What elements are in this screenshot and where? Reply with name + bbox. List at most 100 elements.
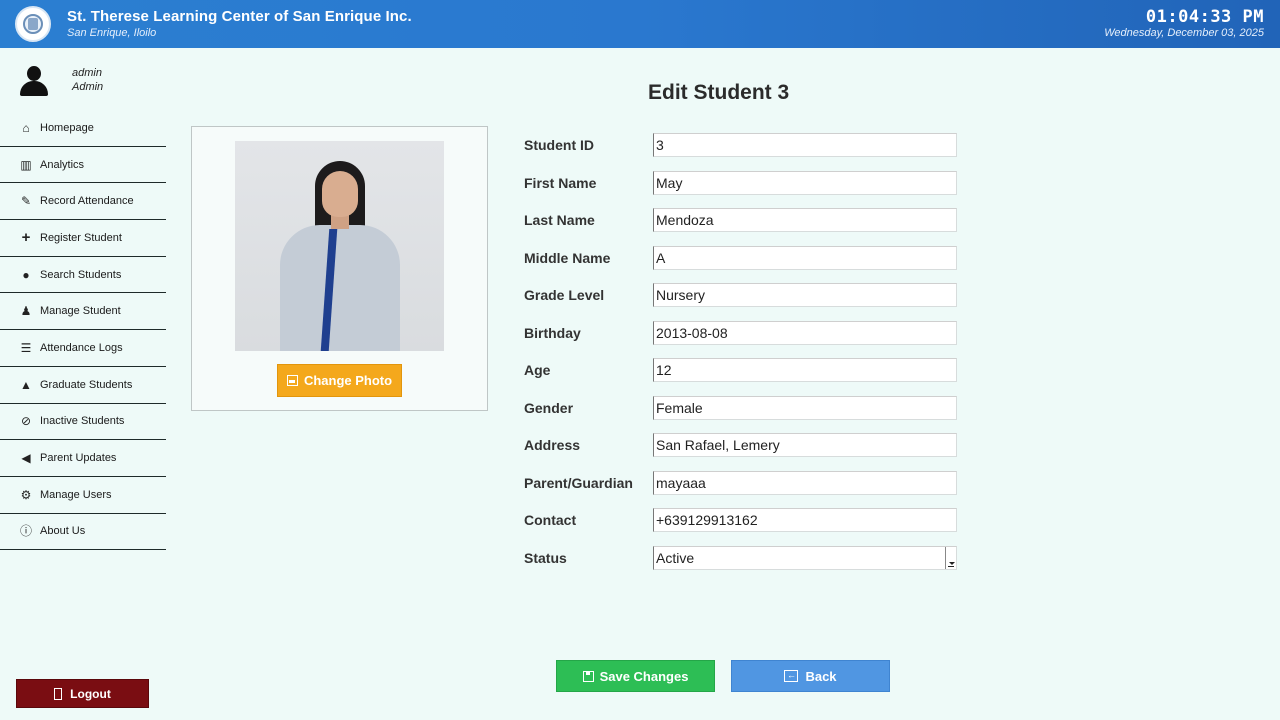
student-id-label: Student ID bbox=[524, 137, 594, 153]
contact-field[interactable]: +639129913162 bbox=[653, 508, 957, 532]
sidebar-item-label: Manage Users bbox=[40, 488, 112, 501]
form-row-gender: Gender Female bbox=[524, 396, 957, 420]
sidebar-item-manage-student[interactable]: ♟ Manage Student bbox=[0, 293, 166, 331]
form-row-grade-level: Grade Level Nursery bbox=[524, 283, 957, 307]
gender-field[interactable]: Female bbox=[653, 396, 957, 420]
change-photo-button[interactable]: Change Photo bbox=[277, 364, 402, 397]
school-logo bbox=[15, 6, 51, 42]
grade-level-field[interactable]: Nursery bbox=[653, 283, 957, 307]
sidebar-item-record-attendance[interactable]: ✎ Record Attendance bbox=[0, 183, 166, 221]
edit-icon: ✎ bbox=[20, 194, 32, 209]
sidebar-item-manage-users[interactable]: ⚙ Manage Users bbox=[0, 477, 166, 514]
birthday-field[interactable]: 2013-08-08 bbox=[653, 321, 957, 345]
sidebar-item-attendance-logs[interactable]: ☰ Attendance Logs bbox=[0, 330, 166, 367]
clock-time: 01:04:33 PM bbox=[1145, 7, 1264, 27]
page-title: Edit Student 3 bbox=[648, 81, 790, 104]
middle-name-field[interactable]: A bbox=[653, 246, 957, 270]
logout-label: Logout bbox=[70, 686, 111, 701]
sidebar-item-label: About Us bbox=[40, 525, 86, 538]
chevron-down-icon[interactable] bbox=[945, 547, 956, 569]
ban-icon: ⊘ bbox=[20, 414, 32, 429]
user-name: admin bbox=[72, 67, 102, 79]
form-row-last-name: Last Name Mendoza bbox=[524, 208, 957, 232]
door-icon bbox=[54, 687, 63, 700]
user-avatar-icon bbox=[20, 66, 48, 96]
image-icon bbox=[286, 375, 298, 386]
sidebar-item-label: Attendance Logs bbox=[40, 341, 123, 354]
parent-guardian-field[interactable]: mayaaa bbox=[653, 471, 957, 495]
sidebar-item-analytics[interactable]: ▥ Analytics bbox=[0, 147, 166, 184]
photo-panel: Change Photo bbox=[191, 126, 488, 411]
gender-label: Gender bbox=[524, 400, 574, 416]
last-name-field[interactable]: Mendoza bbox=[653, 208, 957, 232]
sidebar-item-label: Graduate Students bbox=[40, 378, 133, 391]
search-icon: ● bbox=[22, 267, 30, 282]
status-select[interactable]: Active bbox=[653, 546, 957, 570]
status-label: Status bbox=[524, 550, 567, 566]
save-changes-label: Save Changes bbox=[599, 668, 689, 684]
age-label: Age bbox=[524, 362, 551, 378]
sidebar-item-label: Homepage bbox=[40, 121, 94, 134]
grade-level-label: Grade Level bbox=[524, 287, 605, 303]
form-row-age: Age 12 bbox=[524, 358, 957, 382]
age-field[interactable]: 12 bbox=[653, 358, 957, 382]
plus-icon: + bbox=[21, 228, 31, 246]
form-row-parent-guardian: Parent/Guardian mayaaa bbox=[524, 471, 957, 495]
save-icon bbox=[582, 670, 594, 682]
user-profile: admin Admin bbox=[0, 48, 166, 110]
save-changes-button[interactable]: Save Changes bbox=[556, 660, 715, 692]
sidebar-item-label: Inactive Students bbox=[40, 415, 125, 428]
back-button[interactable]: ← Back bbox=[731, 660, 890, 692]
sidebar-item-label: Record Attendance bbox=[40, 195, 134, 208]
birthday-label: Birthday bbox=[524, 325, 581, 341]
graduation-cap-icon: ▲ bbox=[20, 377, 32, 392]
form-row-middle-name: Middle Name A bbox=[524, 246, 957, 270]
first-name-field[interactable]: May bbox=[653, 171, 957, 195]
form-row-status: Status Active bbox=[524, 546, 957, 570]
address-field[interactable]: San Rafael, Lemery bbox=[653, 433, 957, 457]
sidebar-item-homepage[interactable]: ⌂ Homepage bbox=[0, 110, 166, 147]
sidebar-item-label: Analytics bbox=[40, 158, 85, 171]
student-id-field[interactable]: 3 bbox=[653, 133, 957, 157]
logout-button[interactable]: Logout bbox=[16, 679, 149, 708]
app-header: St. Therese Learning Center of San Enriq… bbox=[0, 0, 1280, 48]
form-row-student-id: Student ID 3 bbox=[524, 133, 957, 157]
info-icon: ⓘ bbox=[19, 524, 32, 539]
bar-chart-icon: ▥ bbox=[20, 157, 32, 172]
status-value: Active bbox=[656, 550, 695, 566]
last-name-label: Last Name bbox=[524, 212, 595, 228]
sidebar-item-about-us[interactable]: ⓘ About Us bbox=[0, 514, 166, 551]
sidebar-item-search-students[interactable]: ● Search Students bbox=[0, 257, 166, 294]
megaphone-icon: ◀ bbox=[21, 451, 31, 466]
user-icon: ♟ bbox=[20, 304, 32, 319]
form-row-birthday: Birthday 2013-08-08 bbox=[524, 321, 957, 345]
sidebar-item-graduate-students[interactable]: ▲ Graduate Students bbox=[0, 367, 166, 404]
sidebar-item-label: Register Student bbox=[40, 231, 122, 244]
user-role: Admin bbox=[72, 81, 104, 93]
sidebar-item-label: Search Students bbox=[40, 268, 122, 281]
parent-guardian-label: Parent/Guardian bbox=[524, 475, 633, 491]
change-photo-label: Change Photo bbox=[303, 373, 393, 388]
form-row-first-name: First Name May bbox=[524, 171, 957, 195]
sidebar-item-label: Manage Student bbox=[40, 305, 121, 318]
school-location: San Enrique, Iloilo bbox=[67, 27, 157, 39]
sidebar-item-label: Parent Updates bbox=[40, 452, 117, 465]
form-row-address: Address San Rafael, Lemery bbox=[524, 433, 957, 457]
back-arrow-icon: ← bbox=[784, 670, 799, 682]
clock-date: Wednesday, December 03, 2025 bbox=[1104, 27, 1264, 39]
back-label: Back bbox=[805, 668, 837, 684]
sidebar-item-inactive-students[interactable]: ⊘ Inactive Students bbox=[0, 404, 166, 441]
form-row-contact: Contact +639129913162 bbox=[524, 508, 957, 532]
middle-name-label: Middle Name bbox=[524, 250, 611, 266]
gear-icon: ⚙ bbox=[20, 487, 32, 502]
list-icon: ☰ bbox=[20, 340, 32, 355]
sidebar-item-register-student[interactable]: + Register Student bbox=[0, 220, 166, 257]
home-icon: ⌂ bbox=[22, 120, 30, 135]
student-photo bbox=[235, 141, 444, 351]
sidebar: admin Admin ⌂ Homepage ▥ Analytics ✎ Rec… bbox=[0, 48, 166, 720]
address-label: Address bbox=[524, 437, 581, 453]
school-name: St. Therese Learning Center of San Enriq… bbox=[67, 8, 412, 25]
first-name-label: First Name bbox=[524, 175, 597, 191]
sidebar-item-parent-updates[interactable]: ◀ Parent Updates bbox=[0, 440, 166, 477]
sidebar-nav: ⌂ Homepage ▥ Analytics ✎ Record Attendan… bbox=[0, 110, 166, 551]
